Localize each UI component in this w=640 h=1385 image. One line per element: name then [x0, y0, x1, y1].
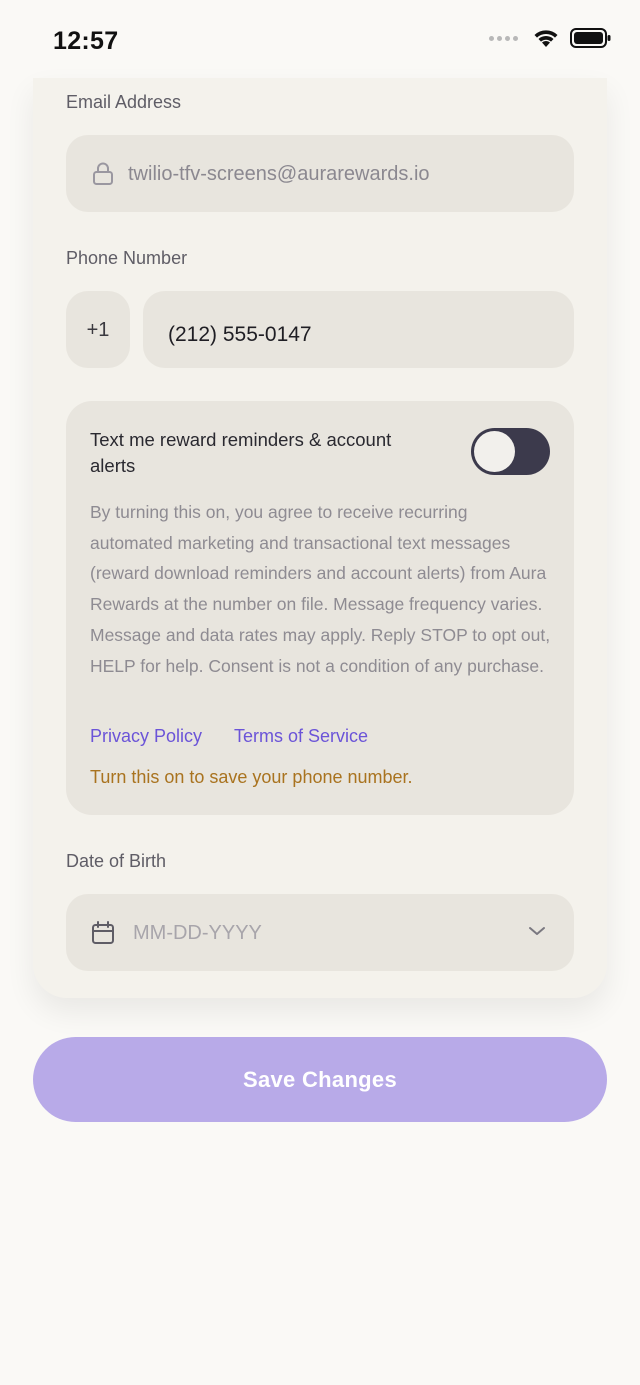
email-field: twilio-tfv-screens@aurarewards.io: [66, 135, 574, 212]
email-label: Email Address: [66, 92, 182, 112]
signal-icon: [489, 35, 518, 41]
dob-input[interactable]: MM-DD-YYYY: [66, 894, 574, 971]
consent-warning: Turn this on to save your phone number.: [90, 767, 413, 787]
dob-label: Date of Birth: [66, 851, 167, 871]
phone-value: (212) 555-0147: [168, 323, 312, 346]
wifi-icon: [534, 30, 558, 47]
privacy-policy-link[interactable]: Privacy Policy: [90, 726, 202, 747]
status-icons: [489, 27, 612, 49]
save-button[interactable]: Save Changes: [33, 1037, 607, 1122]
sms-consent-title: Text me reward reminders & account alert…: [90, 429, 392, 476]
country-code-field[interactable]: +1: [66, 291, 130, 368]
battery-icon: [570, 28, 611, 48]
lock-icon: [93, 162, 113, 185]
status-time: 12:57: [53, 27, 119, 55]
chevron-down-icon: [529, 927, 545, 935]
sms-consent-toggle[interactable]: [471, 428, 550, 475]
country-code-value: +1: [86, 319, 110, 341]
toggle-knob: [474, 431, 515, 472]
status-bar: 12:57: [0, 0, 640, 78]
dob-placeholder: MM-DD-YYYY: [133, 922, 262, 944]
sms-consent-panel: Text me reward reminders & account alert…: [66, 401, 574, 815]
calendar-icon: [92, 921, 114, 944]
terms-of-service-link[interactable]: Terms of Service: [234, 726, 368, 747]
phone-label: Phone Number: [66, 248, 188, 268]
sms-consent-body: By turning this on, you agree to receive…: [90, 502, 551, 676]
email-value: twilio-tfv-screens@aurarewards.io: [128, 163, 430, 185]
phone-input[interactable]: (212) 555-0147: [143, 291, 574, 368]
